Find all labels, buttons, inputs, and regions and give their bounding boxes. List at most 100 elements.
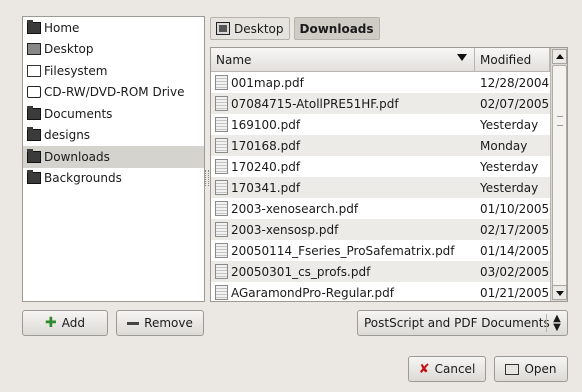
cancel-button[interactable]: ✘ Cancel <box>408 356 486 382</box>
filter-selected-label: PostScript and PDF Documents <box>364 316 550 330</box>
file-name-text: 20050114_Fseries_ProSafematrix.pdf <box>231 243 455 258</box>
pdf-file-icon <box>215 117 228 132</box>
file-name-cell: 2003-xenosearch.pdf <box>211 201 475 216</box>
file-modified-cell: 02/07/2005 <box>480 96 550 111</box>
pdf-file-icon <box>215 75 228 90</box>
pdf-file-icon <box>215 96 228 111</box>
folder-icon <box>27 105 41 120</box>
column-header-label: Name <box>216 52 252 67</box>
table-row[interactable]: 2003-xensosp.pdf 02/17/2005 <box>211 219 550 240</box>
remove-bookmark-button[interactable]: Remove <box>116 310 204 336</box>
file-modified-cell: Yesterday <box>480 159 539 174</box>
file-name-text: 170240.pdf <box>231 159 301 174</box>
file-name-text: 2003-xensosp.pdf <box>231 222 339 237</box>
file-name-text: 2003-xenosearch.pdf <box>231 201 359 216</box>
pdf-file-icon <box>215 138 228 153</box>
pdf-file-icon <box>215 264 228 279</box>
desktop-icon <box>216 22 230 35</box>
pane-splitter-handle[interactable] <box>205 170 209 186</box>
scrollbar-thumb[interactable] <box>552 65 567 298</box>
add-button-label: Add <box>61 316 85 330</box>
desktop-icon <box>27 43 41 56</box>
pdf-file-icon <box>215 285 228 300</box>
sidebar-item-label: Documents <box>44 106 113 121</box>
table-row[interactable]: 169100.pdf Yesterday <box>211 114 550 135</box>
sidebar-item-documents[interactable]: Documents <box>23 103 204 125</box>
file-name-text: 001map.pdf <box>231 75 304 90</box>
table-row[interactable]: 20050114_Fseries_ProSafematrix.pdf 01/14/… <box>211 240 550 261</box>
folder-icon <box>27 148 41 163</box>
pdf-file-icon <box>215 159 228 174</box>
file-name-cell: 169100.pdf <box>211 117 475 132</box>
pdf-file-icon <box>215 180 228 195</box>
column-header-modified[interactable]: Modified <box>475 48 550 72</box>
cancel-button-label: Cancel <box>434 362 476 376</box>
sidebar-item-home[interactable]: Home <box>23 17 204 39</box>
updown-arrows-icon: ▲ ▼ <box>553 313 561 333</box>
file-type-filter-select[interactable]: PostScript and PDF Documents ▲ ▼ <box>357 310 568 336</box>
path-crumb-label: Downloads <box>299 21 374 36</box>
vertical-scrollbar[interactable] <box>550 48 567 301</box>
folder-icon <box>27 127 41 142</box>
file-name-cell: AGaramondPro-Regular.pdf <box>211 285 475 300</box>
path-crumb-downloads[interactable]: Downloads <box>293 17 380 40</box>
table-row[interactable]: 170341.pdf Yesterday <box>211 177 550 198</box>
sidebar-item-label: Downloads <box>44 149 110 164</box>
open-folder-icon <box>505 363 520 375</box>
table-row[interactable]: AGaramondPro-Regular.pdf 01/21/2005 <box>211 282 550 301</box>
table-row[interactable]: 001map.pdf 12/28/2004 <box>211 72 550 93</box>
file-name-text: 169100.pdf <box>231 117 301 132</box>
sidebar-item-cd-rw-dvd-rom-drive[interactable]: CD-RW/DVD-ROM Drive <box>23 82 204 104</box>
folder-icon <box>27 19 41 34</box>
remove-button-label: Remove <box>144 316 193 330</box>
sidebar-item-desktop[interactable]: Desktop <box>23 39 204 61</box>
cdrom-icon <box>27 86 41 99</box>
file-modified-cell: 02/17/2005 <box>480 222 550 237</box>
path-crumb-desktop[interactable]: Desktop <box>210 17 290 40</box>
sort-down-icon <box>457 54 467 61</box>
filter-separator <box>546 314 547 332</box>
sidebar-item-label: Desktop <box>44 42 94 57</box>
file-name-cell: 20050301_cs_profs.pdf <box>211 264 475 279</box>
file-modified-cell: Yesterday <box>480 117 539 132</box>
file-modified-cell: Monday <box>480 138 528 153</box>
scroll-up-icon[interactable] <box>552 49 567 64</box>
filesystem-icon <box>27 64 41 77</box>
file-name-cell: 170341.pdf <box>211 180 475 195</box>
table-row[interactable]: 170240.pdf Yesterday <box>211 156 550 177</box>
folder-icon <box>27 170 41 185</box>
add-bookmark-button[interactable]: ✚ Add <box>22 310 108 336</box>
file-name-cell: 170168.pdf <box>211 138 475 153</box>
table-row[interactable]: 170168.pdf Monday <box>211 135 550 156</box>
file-modified-cell: 01/21/2005 <box>480 285 550 300</box>
sidebar-item-label: Backgrounds <box>44 171 122 186</box>
sidebar-item-label: CD-RW/DVD-ROM Drive <box>44 85 185 100</box>
column-header-label: Modified <box>480 52 532 67</box>
sidebar-item-backgrounds[interactable]: Backgrounds <box>23 168 204 190</box>
file-name-cell: 170240.pdf <box>211 159 475 174</box>
file-modified-cell: 03/02/2005 <box>480 264 550 279</box>
minus-icon <box>127 321 140 325</box>
sidebar-item-label: designs <box>44 128 91 143</box>
table-row[interactable]: 2003-xenosearch.pdf 01/10/2005 <box>211 198 550 219</box>
places-sidebar: Home Desktop Filesystem CD-RW/DVD-ROM Drive… <box>22 16 205 302</box>
pdf-file-icon <box>215 243 228 258</box>
path-crumb-label: Desktop <box>234 21 284 36</box>
column-header-name[interactable]: Name <box>211 48 475 72</box>
pdf-file-icon <box>215 201 228 216</box>
file-name-text: 20050301_cs_profs.pdf <box>231 264 371 279</box>
sidebar-item-label: Home <box>44 20 80 35</box>
table-row[interactable]: 07084715-AtollPRE51HF.pdf 02/07/2005 <box>211 93 550 114</box>
sidebar-item-label: Filesystem <box>44 63 108 78</box>
sidebar-item-downloads[interactable]: Downloads <box>23 146 204 168</box>
open-button[interactable]: Open <box>494 356 568 382</box>
file-modified-cell: Yesterday <box>480 180 539 195</box>
sidebar-item-filesystem[interactable]: Filesystem <box>23 60 204 82</box>
file-name-cell: 20050114_Fseries_ProSafematrix.pdf <box>211 243 475 258</box>
sidebar-item-designs[interactable]: designs <box>23 125 204 147</box>
scroll-down-icon[interactable] <box>552 285 567 300</box>
file-name-cell: 001map.pdf <box>211 75 475 90</box>
pdf-file-icon <box>215 222 228 237</box>
table-row[interactable]: 20050301_cs_profs.pdf 03/02/2005 <box>211 261 550 282</box>
file-name-text: 170341.pdf <box>231 180 301 195</box>
